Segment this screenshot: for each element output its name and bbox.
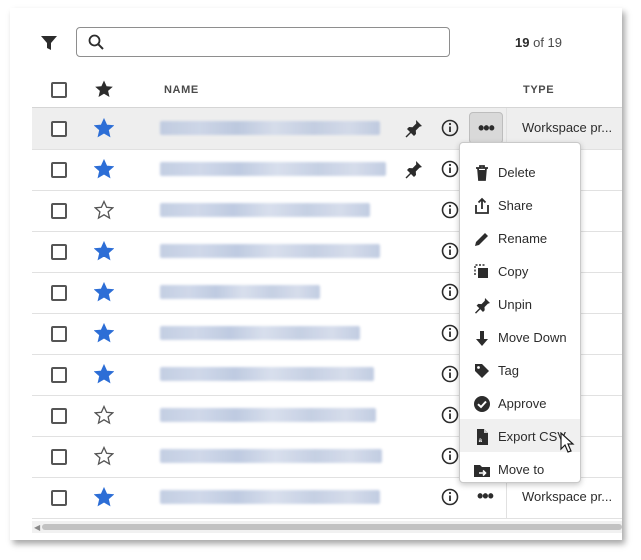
column-header-name[interactable]: NAME [164, 84, 199, 96]
row-checkbox[interactable] [51, 244, 67, 260]
horizontal-scrollbar[interactable]: ◀ [32, 521, 622, 533]
star-outline-icon[interactable] [94, 405, 114, 425]
row-checkbox[interactable] [51, 367, 67, 383]
star-filled-icon[interactable] [94, 241, 114, 261]
item-name-redacted[interactable] [160, 408, 376, 422]
menu-item-label: Tag [498, 363, 519, 378]
row-checkbox[interactable] [51, 203, 67, 219]
menu-item-label: Export CSV [498, 429, 566, 444]
filter-icon[interactable] [40, 34, 58, 52]
menu-item-label: Move to [498, 462, 545, 477]
scroll-left-arrow-icon[interactable]: ◀ [34, 523, 40, 532]
search-icon [88, 34, 104, 50]
menu-item-delete[interactable]: Delete [460, 155, 580, 188]
info-icon[interactable] [441, 201, 459, 219]
row-checkbox[interactable] [51, 490, 67, 506]
menu-item-share[interactable]: Share [460, 188, 580, 221]
menu-item-label: Unpin [498, 297, 532, 312]
pencil-icon [475, 233, 488, 246]
menu-item-label: Rename [498, 231, 548, 246]
info-icon[interactable] [441, 283, 459, 301]
info-icon[interactable] [441, 242, 459, 260]
info-icon[interactable] [441, 119, 459, 137]
count-shown: 19 [515, 35, 530, 50]
ellipsis-icon: ••• [478, 118, 495, 138]
trash-icon [476, 165, 488, 181]
file-csv-icon: a [477, 429, 488, 445]
menu-item-unpin[interactable]: Unpin [460, 287, 580, 320]
menu-item-label: Approve [498, 396, 547, 411]
info-icon[interactable] [441, 488, 459, 506]
menu-item-rename[interactable]: Rename [460, 221, 580, 254]
search-box[interactable] [76, 27, 450, 57]
share-icon [475, 197, 489, 214]
star-filled-icon[interactable] [94, 159, 114, 179]
info-icon[interactable] [441, 365, 459, 383]
search-input[interactable] [113, 31, 447, 55]
row-checkbox[interactable] [51, 121, 67, 137]
menu-item-approve[interactable]: Approve [460, 386, 580, 419]
star-filled-icon[interactable] [94, 487, 114, 507]
item-name-redacted[interactable] [160, 121, 380, 135]
more-actions-button[interactable]: ••• [469, 481, 503, 513]
menu-item-move-down[interactable]: Move Down [460, 320, 580, 353]
arrow-down-icon [476, 331, 488, 346]
row-checkbox[interactable] [51, 162, 67, 178]
pin-icon[interactable] [404, 118, 424, 138]
toolbar: 19 of 19 [10, 8, 622, 68]
menu-item-label: Share [498, 198, 533, 213]
star-filled-icon[interactable] [94, 118, 114, 138]
ellipsis-icon: ••• [477, 486, 494, 506]
info-icon[interactable] [441, 324, 459, 342]
menu-item-move-to[interactable]: Move to [460, 452, 580, 485]
star-outline-icon[interactable] [94, 200, 114, 220]
scroll-thumb[interactable] [42, 524, 622, 530]
table-header: NAME TYPE [32, 71, 622, 108]
select-all-checkbox[interactable] [51, 82, 67, 98]
row-checkbox[interactable] [51, 408, 67, 424]
menu-item-label: Delete [498, 165, 536, 180]
star-filled-icon[interactable] [94, 323, 114, 343]
tag-icon [475, 364, 489, 378]
pin-icon[interactable] [404, 159, 424, 179]
info-icon[interactable] [441, 406, 459, 424]
star-filled-icon[interactable] [94, 282, 114, 302]
count-total: of 19 [533, 35, 563, 50]
info-icon[interactable] [441, 160, 459, 178]
item-name-redacted[interactable] [160, 449, 382, 463]
menu-item-label: Move Down [498, 330, 567, 345]
mouse-cursor-icon [560, 432, 575, 453]
star-filled-icon[interactable] [94, 364, 114, 384]
result-count: 19 of 19 [515, 35, 562, 50]
item-type: Workspace pr... [522, 489, 613, 504]
item-name-redacted[interactable] [160, 326, 360, 340]
row-checkbox[interactable] [51, 285, 67, 301]
menu-item-label: Copy [498, 264, 529, 279]
row-checkbox[interactable] [51, 449, 67, 465]
item-type: Workspace pr... [522, 120, 613, 135]
item-name-redacted[interactable] [160, 285, 320, 299]
pin-icon [475, 298, 490, 314]
star-outline-icon[interactable] [94, 446, 114, 466]
row-checkbox[interactable] [51, 326, 67, 342]
item-name-redacted[interactable] [160, 244, 380, 258]
info-icon[interactable] [441, 447, 459, 465]
favorite-column-star-icon[interactable] [94, 79, 114, 99]
check-circle-icon [474, 396, 490, 412]
copy-icon [474, 264, 488, 278]
menu-item-copy[interactable]: Copy [460, 254, 580, 287]
more-actions-button[interactable]: ••• [469, 112, 503, 144]
item-name-redacted[interactable] [160, 162, 386, 176]
item-name-redacted[interactable] [160, 203, 370, 217]
item-name-redacted[interactable] [160, 367, 374, 381]
menu-item-tag[interactable]: Tag [460, 353, 580, 386]
column-header-type[interactable]: TYPE [523, 84, 554, 96]
folder-move-icon [474, 465, 490, 477]
item-name-redacted[interactable] [160, 490, 380, 504]
